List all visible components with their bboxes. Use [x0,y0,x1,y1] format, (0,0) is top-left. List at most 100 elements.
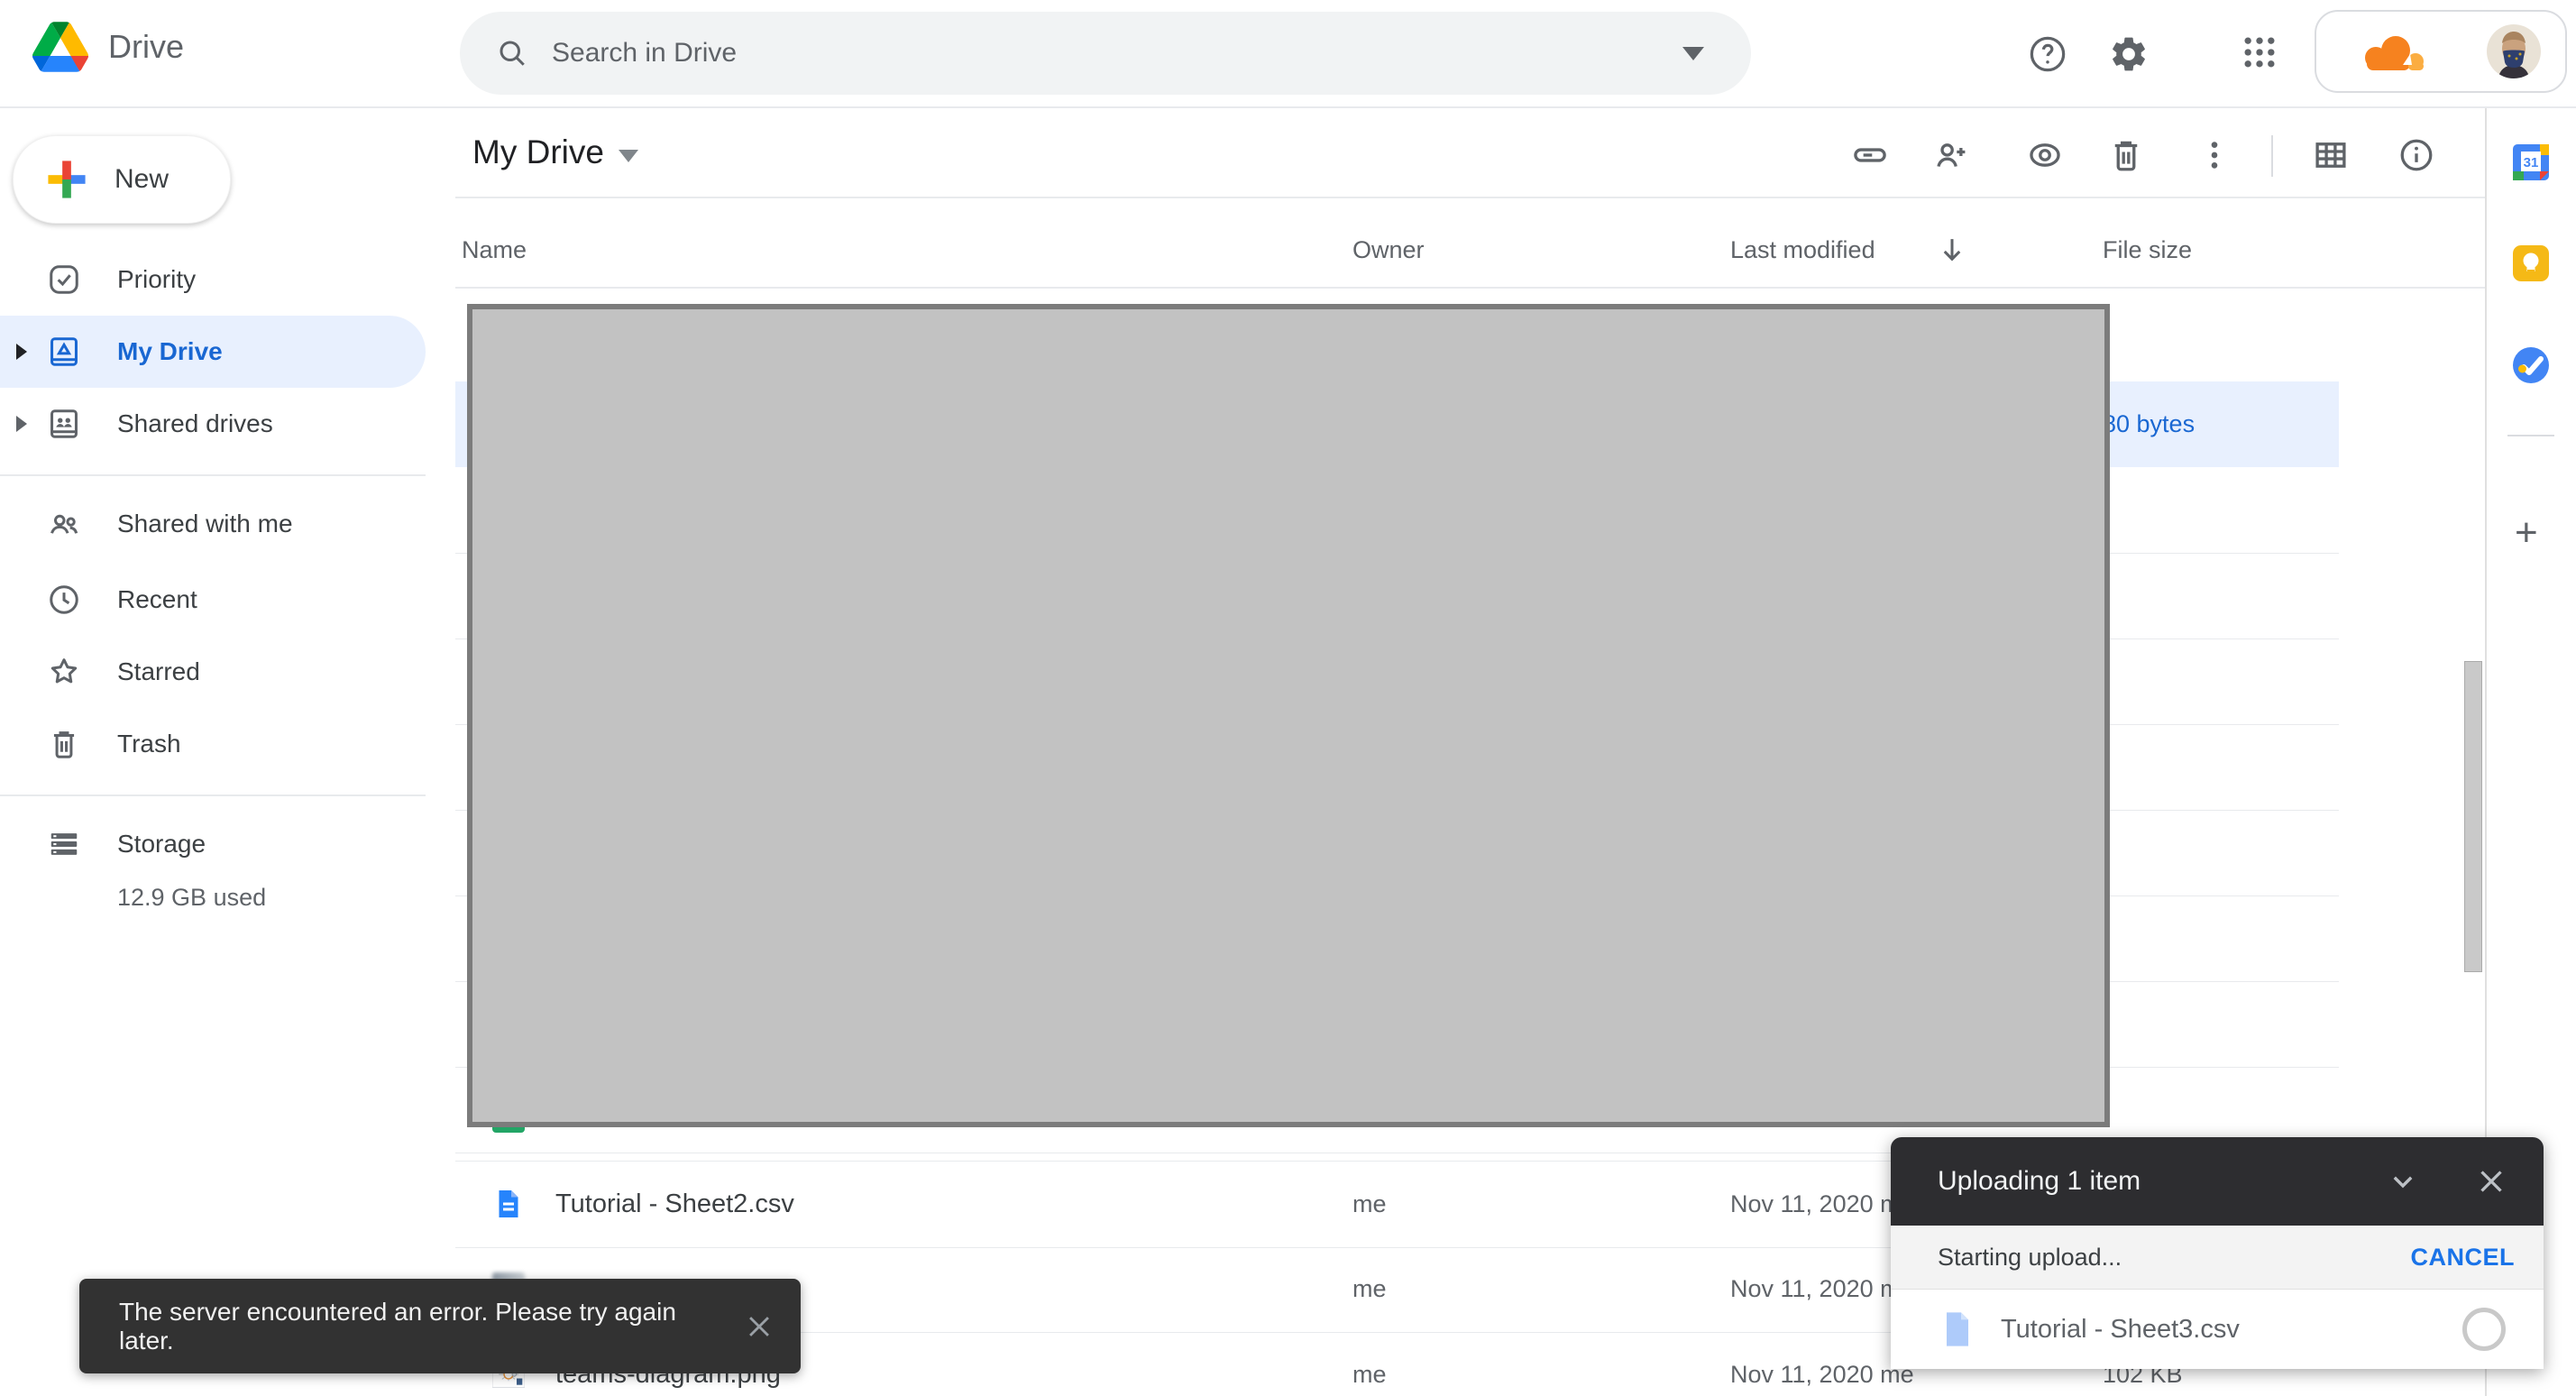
upload-status-row: Starting upload... CANCEL [1891,1226,2544,1290]
sidebar-item-shared-drives[interactable]: Shared drives [0,388,426,460]
help-button[interactable] [2022,29,2073,79]
uploading-file-row[interactable]: Tutorial - Sheet3.csv [1891,1290,2544,1369]
sidebar-item-label: Priority [117,265,196,294]
column-header-owner[interactable]: Owner [1352,236,1425,264]
sidebar-item-starred[interactable]: Starred [0,636,426,708]
share-button[interactable] [1927,131,1976,179]
close-icon [2475,1165,2507,1198]
grid-view-button[interactable] [2306,131,2355,179]
new-button[interactable]: New [13,135,231,224]
close-icon [744,1311,775,1342]
add-person-icon [1932,136,1970,174]
upload-progress-dialog: Uploading 1 item Starting upload... CANC… [1891,1137,2544,1369]
sidebar-item-priority[interactable]: Priority [0,243,426,316]
avatar[interactable] [2486,23,2542,79]
sidebar-item-my-drive[interactable]: My Drive [0,316,426,388]
drive-logo-icon [32,22,88,72]
cancel-upload-button[interactable]: CANCEL [2411,1244,2516,1272]
file-owner: me [1352,1246,1387,1332]
google-drive-app: Drive Search in Drive [0,0,2576,1396]
upload-file-icon [1943,1311,1972,1347]
apps-grid-icon [2240,32,2279,72]
recent-clock-icon [47,583,81,617]
sidebar-item-label: Shared with me [117,510,293,538]
error-toast: The server encountered an error. Please … [79,1279,801,1373]
search-icon[interactable] [496,37,528,69]
file-owner: me [1352,1332,1387,1396]
sidebar-item-label: Recent [117,585,197,614]
sidebar-item-label: Storage [117,830,206,859]
delete-button[interactable] [2102,131,2150,179]
sidebar-item-label: Trash [117,730,181,758]
priority-icon [47,262,81,297]
side-panel-separator [2507,435,2554,436]
page-title[interactable]: My Drive [472,133,604,171]
close-upload-dialog-button[interactable] [2466,1156,2516,1207]
sidebar-item-label: My Drive [117,337,223,366]
drive-brand[interactable]: Drive [32,22,184,72]
more-vertical-icon [2196,136,2233,174]
more-actions-button[interactable] [2190,131,2239,179]
add-side-panel-app-button[interactable]: + [2515,510,2538,556]
chevron-down-icon [2388,1166,2418,1197]
upload-dialog-title: Uploading 1 item [1938,1166,2378,1197]
search-input[interactable]: Search in Drive [552,38,1682,69]
header-divider [455,197,2485,198]
file-owner: me [1352,1162,1387,1247]
sidebar: New Priority My Drive [0,106,433,1396]
vertical-scrollbar[interactable] [2464,661,2482,972]
column-header-last-modified[interactable]: Last modified [1730,236,1875,264]
csv-file-icon [492,1188,525,1220]
sort-arrow-down-icon[interactable] [1935,233,1969,271]
file-size-cell: 80 bytes [2103,381,2195,467]
upload-status-text: Starting upload... [1938,1244,2411,1272]
get-link-button[interactable] [1846,131,1894,179]
sidebar-item-storage[interactable]: Storage [0,808,426,880]
info-icon [2397,136,2435,174]
toolbar-divider [2271,135,2273,177]
top-bar: Drive Search in Drive [0,0,2576,108]
dismiss-toast-button[interactable] [734,1301,784,1352]
settings-gear-icon [2108,33,2150,75]
sidebar-item-label: Starred [117,657,200,686]
sidebar-divider [0,474,426,476]
starred-star-icon [47,655,81,689]
search-options-caret-icon[interactable] [1682,47,1704,60]
minimize-button[interactable] [2378,1156,2428,1207]
tasks-icon[interactable] [2511,345,2551,385]
file-modified: Nov 11, 2020 me [1730,1162,1914,1247]
keep-icon[interactable] [2511,243,2551,283]
trash-icon [2107,136,2145,174]
storage-used-label: 12.9 GB used [117,884,266,912]
preview-button[interactable] [2021,131,2069,179]
account-area[interactable] [2315,10,2567,93]
file-name: Tutorial - Sheet2.csv [555,1162,794,1247]
file-modified: Nov 11, 2020 me [1730,1332,1914,1396]
calendar-icon[interactable]: 31 [2511,142,2551,182]
sidebar-item-recent[interactable]: Recent [0,564,426,636]
upload-spinner [2462,1308,2506,1351]
details-button[interactable] [2392,131,2441,179]
cloudflare-logo[interactable] [2340,23,2434,79]
trash-icon [47,727,81,761]
new-button-label: New [115,164,169,195]
expand-arrow-icon[interactable] [16,344,27,360]
plus-new-icon [46,159,87,200]
gray-overlay-box [467,304,2110,1127]
settings-button[interactable] [2104,29,2154,79]
grid-view-icon [2312,136,2350,174]
expand-arrow-icon[interactable] [16,416,27,432]
svg-text:31: 31 [2524,155,2539,170]
title-dropdown-caret-icon[interactable] [619,150,638,162]
file-modified: Nov 11, 2020 me [1730,1246,1914,1332]
upload-dialog-header: Uploading 1 item [1891,1137,2544,1226]
column-header-file-size[interactable]: File size [2103,236,2192,264]
error-toast-message: The server encountered an error. Please … [119,1298,734,1355]
column-header-name[interactable]: Name [462,236,527,264]
google-apps-button[interactable] [2234,27,2285,78]
sidebar-item-shared-with-me[interactable]: Shared with me [0,488,426,560]
sidebar-item-label: Shared drives [117,409,273,438]
help-icon [2027,33,2068,75]
sidebar-item-trash[interactable]: Trash [0,708,426,780]
search-bar[interactable]: Search in Drive [460,12,1751,95]
